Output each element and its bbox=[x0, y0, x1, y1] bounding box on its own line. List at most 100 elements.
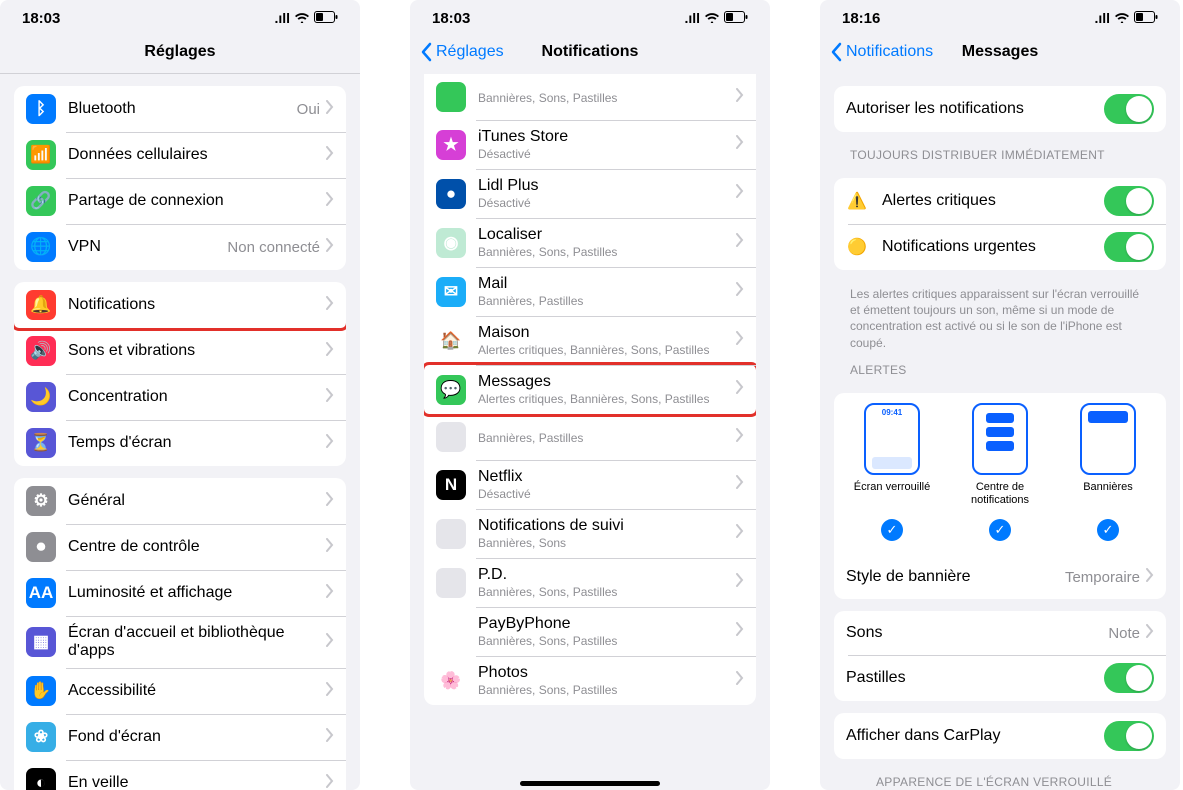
chevron-icon bbox=[326, 584, 334, 603]
paybyphone-icon: ⠿ bbox=[436, 617, 466, 647]
settings-row-accessibilit[interactable]: ✋ Accessibilité bbox=[14, 668, 346, 714]
row-title: Mail bbox=[478, 275, 736, 293]
chevron-icon bbox=[736, 428, 744, 447]
badges-label: Pastilles bbox=[846, 669, 1104, 687]
center-check[interactable]: ✓ bbox=[989, 519, 1011, 541]
settings-row-centre-de-contr-le[interactable]: ⏺ Centre de contrôle bbox=[14, 524, 346, 570]
settings-screen: 18:03 .ıll Réglages ᛒ Bluetooth Oui 📶 Do… bbox=[0, 0, 360, 790]
chevron-icon bbox=[736, 622, 744, 641]
row-subtitle: Bannières, Sons, Pastilles bbox=[478, 91, 736, 105]
battery-icon bbox=[314, 10, 338, 26]
settings-row-fond-d-cran[interactable]: ❀ Fond d'écran bbox=[14, 714, 346, 760]
chevron-icon bbox=[326, 146, 334, 165]
donn-es-cellulaires-icon: 📶 bbox=[26, 140, 56, 170]
settings-row-partage-de-connexion[interactable]: 🔗 Partage de connexion bbox=[14, 178, 346, 224]
settings-row-notifications[interactable]: 🔔 Notifications bbox=[14, 282, 346, 331]
badges-toggle[interactable] bbox=[1104, 663, 1154, 693]
chevron-icon bbox=[736, 573, 744, 592]
row-title: En veille bbox=[68, 774, 326, 790]
row-subtitle: Bannières, Pastilles bbox=[478, 294, 736, 308]
row-title: Lidl Plus bbox=[478, 177, 736, 195]
status-bar: 18:03 .ıll bbox=[0, 0, 360, 30]
urgent-toggle[interactable] bbox=[1104, 232, 1154, 262]
urgent-label: Notifications urgentes bbox=[882, 238, 1104, 256]
chevron-icon bbox=[326, 192, 334, 211]
lock-screen-option[interactable]: Écran verrouillé bbox=[839, 403, 946, 507]
app-row-maison[interactable]: 🏠 Maison Alertes critiques, Bannières, S… bbox=[424, 316, 756, 365]
app-row-itunes-store[interactable]: ★ iTunes Store Désactivé bbox=[424, 120, 756, 169]
banner-style-row[interactable]: Style de bannière Temporaire bbox=[834, 555, 1166, 599]
row-title: Fond d'écran bbox=[68, 728, 326, 746]
row-subtitle: Désactivé bbox=[478, 147, 736, 161]
settings-row-sons-et-vibrations[interactable]: 🔊 Sons et vibrations bbox=[14, 328, 346, 374]
row-title: Bluetooth bbox=[68, 100, 297, 118]
chevron-icon bbox=[736, 233, 744, 252]
app-row-notifications-de-suivi[interactable]: Notifications de suivi Bannières, Sons bbox=[424, 509, 756, 558]
app-row-paybyphone[interactable]: ⠿ PayByPhone Bannières, Sons, Pastilles bbox=[424, 607, 756, 656]
banner-option[interactable]: Bannières bbox=[1055, 403, 1162, 507]
settings-row-donn-es-cellulaires[interactable]: 📶 Données cellulaires bbox=[14, 132, 346, 178]
banner-check[interactable]: ✓ bbox=[1097, 519, 1119, 541]
back-button[interactable]: Notifications bbox=[830, 42, 933, 62]
settings-row-concentration[interactable]: 🌙 Concentration bbox=[14, 374, 346, 420]
critical-toggle[interactable] bbox=[1104, 186, 1154, 216]
luminosit-et-affichage-icon: AA bbox=[26, 578, 56, 608]
concentration-icon: 🌙 bbox=[26, 382, 56, 412]
row-title: P.D. bbox=[478, 566, 736, 584]
app-row-item[interactable]: Bannières, Sons, Pastilles bbox=[424, 74, 756, 120]
chevron-icon bbox=[326, 538, 334, 557]
chevron-icon bbox=[736, 671, 744, 690]
badges-row[interactable]: Pastilles bbox=[834, 655, 1166, 701]
settings-row-en-veille[interactable]: ◐ En veille bbox=[14, 760, 346, 790]
sounds-label: Sons bbox=[846, 624, 1108, 642]
alerts-header: ALERTES bbox=[820, 359, 1180, 381]
lock-check[interactable]: ✓ bbox=[881, 519, 903, 541]
chevron-icon bbox=[326, 388, 334, 407]
settings-row-temps-d-cran[interactable]: ⏳ Temps d'écran bbox=[14, 420, 346, 466]
lock-appearance-header: APPARENCE DE L'ÉCRAN VERROUILLÉ bbox=[846, 771, 1154, 790]
home-indicator[interactable] bbox=[520, 781, 660, 786]
row-subtitle: Bannières, Pastilles bbox=[478, 431, 736, 445]
back-button[interactable]: Réglages bbox=[420, 42, 504, 62]
sounds-row[interactable]: Sons Note bbox=[834, 611, 1166, 655]
app-row-lidl-plus[interactable]: ● Lidl Plus Désactivé bbox=[424, 169, 756, 218]
lidl-plus-icon: ● bbox=[436, 179, 466, 209]
item-icon bbox=[436, 422, 466, 452]
settings-row-cran-d-accueil-et-biblioth-que-d-apps[interactable]: ▦ Écran d'accueil et bibliothèque d'apps bbox=[14, 616, 346, 668]
row-title: iTunes Store bbox=[478, 128, 736, 146]
allow-toggle[interactable] bbox=[1104, 94, 1154, 124]
notification-center-option[interactable]: Centre de notifications bbox=[947, 403, 1054, 507]
carplay-row[interactable]: Afficher dans CarPlay bbox=[834, 713, 1166, 759]
row-title: Sons et vibrations bbox=[68, 342, 326, 360]
row-title: Photos bbox=[478, 664, 736, 682]
allow-notifications-row[interactable]: Autoriser les notifications bbox=[834, 86, 1166, 132]
critical-alerts-row[interactable]: ⚠️ Alertes critiques bbox=[834, 178, 1166, 224]
photos-icon: 🌸 bbox=[436, 666, 466, 696]
chevron-icon bbox=[326, 728, 334, 747]
settings-row-luminosit-et-affichage[interactable]: AA Luminosité et affichage bbox=[14, 570, 346, 616]
chevron-icon bbox=[326, 492, 334, 511]
chevron-icon bbox=[326, 296, 334, 315]
app-row-p-d[interactable]: P.D. Bannières, Sons, Pastilles bbox=[424, 558, 756, 607]
notifications-icon: 🔔 bbox=[26, 290, 56, 320]
chevron-icon bbox=[326, 774, 334, 790]
app-row-netflix[interactable]: N Netflix Désactivé bbox=[424, 460, 756, 509]
row-subtitle: Bannières, Sons bbox=[478, 536, 736, 550]
chevron-icon bbox=[736, 380, 744, 399]
page-title: Messages bbox=[962, 43, 1039, 61]
settings-row-vpn[interactable]: 🌐 VPN Non connecté bbox=[14, 224, 346, 270]
settings-row-g-n-ral[interactable]: ⚙ Général bbox=[14, 478, 346, 524]
app-row-localiser[interactable]: ◉ Localiser Bannières, Sons, Pastilles bbox=[424, 218, 756, 267]
centre-de-contr-le-icon: ⏺ bbox=[26, 532, 56, 562]
signal-icon: .ıll bbox=[684, 10, 700, 26]
row-subtitle: Alertes critiques, Bannières, Sons, Past… bbox=[478, 343, 736, 357]
settings-row-bluetooth[interactable]: ᛒ Bluetooth Oui bbox=[14, 86, 346, 132]
app-row-item[interactable]: Bannières, Pastilles bbox=[424, 414, 756, 460]
urgent-row[interactable]: 🟡 Notifications urgentes bbox=[834, 224, 1166, 270]
app-row-photos[interactable]: 🌸 Photos Bannières, Sons, Pastilles bbox=[424, 656, 756, 705]
netflix-icon: N bbox=[436, 470, 466, 500]
carplay-toggle[interactable] bbox=[1104, 721, 1154, 751]
status-time: 18:03 bbox=[432, 10, 470, 27]
app-row-messages[interactable]: 💬 Messages Alertes critiques, Bannières,… bbox=[424, 362, 756, 417]
app-row-mail[interactable]: ✉ Mail Bannières, Pastilles bbox=[424, 267, 756, 316]
